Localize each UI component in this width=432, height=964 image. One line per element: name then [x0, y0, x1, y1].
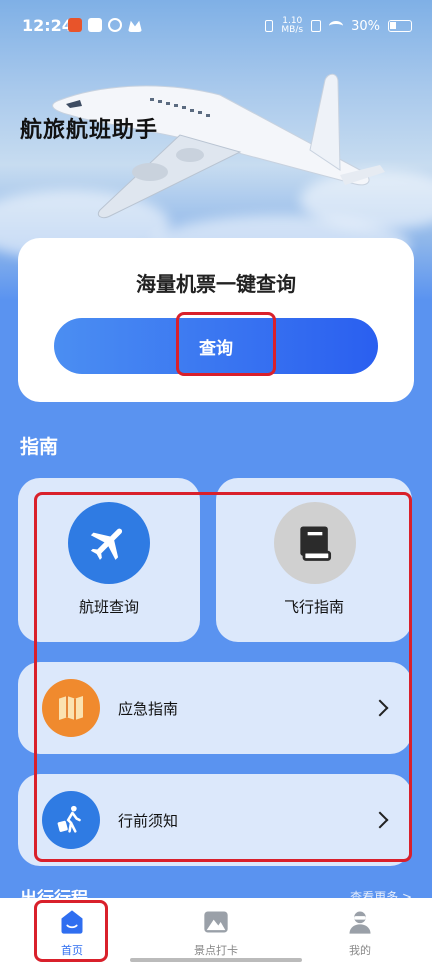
- status-notification-icons: [68, 18, 142, 32]
- app-title: 航旅航班助手: [20, 118, 159, 143]
- tab-profile[interactable]: 我的: [310, 904, 410, 962]
- mountain-icon: [204, 911, 228, 933]
- vibrate-icon: [265, 20, 274, 32]
- highlight-box-search: [176, 312, 276, 376]
- highlight-box-guide: [34, 492, 412, 862]
- notification-app-icon: [128, 20, 142, 32]
- status-system-icons: 1.10 MB/s 30%: [265, 17, 412, 35]
- airplane-illustration: [52, 73, 385, 219]
- tab-profile-label: 我的: [349, 944, 371, 957]
- home-indicator: [130, 958, 302, 962]
- profile-icon: [349, 911, 371, 934]
- sim-off-icon: [311, 20, 322, 32]
- net-speed-unit: MB/s: [281, 25, 304, 35]
- wifi-icon: [329, 21, 344, 31]
- tab-attractions[interactable]: 景点打卡: [166, 904, 266, 962]
- guide-section-title: 指南: [20, 436, 59, 458]
- status-time: 12:24: [22, 16, 73, 35]
- search-card-title: 海量机票一键查询: [136, 272, 296, 296]
- net-speed: 1.10 MB/s: [281, 17, 303, 35]
- tab-attractions-label: 景点打卡: [194, 944, 238, 957]
- notification-app-icon: [88, 18, 102, 32]
- status-bar: 12:24 1.10 MB/s 30%: [0, 0, 432, 52]
- notification-app-icon: [108, 18, 122, 32]
- notification-app-icon: [68, 18, 82, 32]
- battery-icon: [388, 20, 412, 32]
- battery-percent: 30%: [351, 18, 380, 34]
- highlight-box-home-tab: [34, 900, 108, 962]
